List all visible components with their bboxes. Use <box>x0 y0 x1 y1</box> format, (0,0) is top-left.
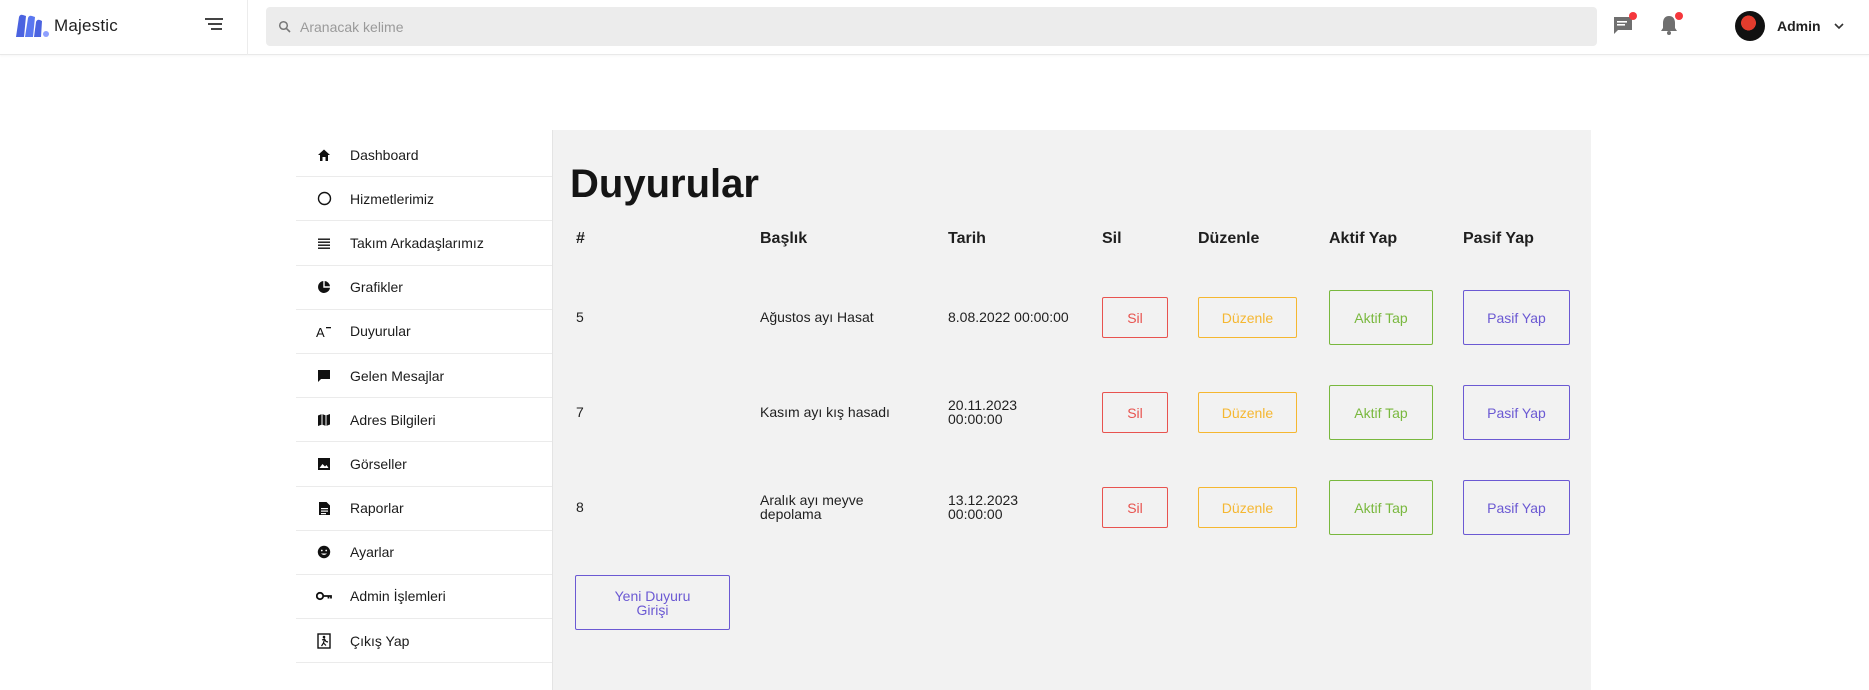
sidebar-item-ayarlar[interactable]: Ayarlar <box>296 531 552 575</box>
svg-text:A: A <box>316 325 325 338</box>
activate-button[interactable]: Aktif Tap <box>1329 385 1433 440</box>
sidebar-item-cikis-yap[interactable]: Çıkış Yap <box>296 619 552 664</box>
row-date: 20.11.2023 00:00:00 <box>948 397 1018 427</box>
brand-name: Majestic <box>54 16 118 35</box>
page-title: Duyurular <box>570 162 759 206</box>
column-header-date: Tarih <box>948 230 986 247</box>
exit-icon <box>316 632 332 649</box>
sidebar-item-label: Ayarlar <box>350 544 395 561</box>
column-header-delete: Sil <box>1102 230 1122 247</box>
edit-button-label: Düzenle <box>1221 309 1274 326</box>
sidebar-item-label: Görseller <box>350 455 407 472</box>
edit-button[interactable]: Düzenle <box>1198 487 1297 528</box>
deactivate-button[interactable]: Pasif Yap <box>1463 290 1570 345</box>
notifications-badge <box>1675 12 1683 20</box>
deactivate-button-label: Pasif Yap <box>1487 404 1546 421</box>
deactivate-button[interactable]: Pasif Yap <box>1463 385 1570 440</box>
brand[interactable]: Majestic <box>14 11 118 41</box>
notifications-button[interactable] <box>1657 12 1683 37</box>
search-icon <box>278 20 291 33</box>
sidebar-item-gorseller[interactable]: Görseller <box>296 442 552 487</box>
main-panel: Duyurular # Başlık Tarih Sil Düzenle Akt… <box>552 130 1591 690</box>
activate-button-label: Aktif Tap <box>1354 404 1408 421</box>
row-date: 13.12.2023 00:00:00 <box>948 492 1019 522</box>
search-input[interactable] <box>300 18 1560 35</box>
messages-button[interactable] <box>1611 12 1637 37</box>
edit-button[interactable]: Düzenle <box>1198 392 1297 433</box>
sidebar-item-raporlar[interactable]: Raporlar <box>296 487 552 531</box>
row-id: 5 <box>576 309 584 325</box>
delete-button[interactable]: Sil <box>1102 392 1168 433</box>
sidebar-item-duyurular[interactable]: A Duyurular <box>296 310 552 354</box>
delete-button-label: Sil <box>1127 404 1143 421</box>
row-title: Ağustos ayı Hasat <box>760 309 874 325</box>
deactivate-button-label: Pasif Yap <box>1487 309 1546 326</box>
column-header-id: # <box>576 230 585 247</box>
sidebar: Dashboard Hizmetlerimiz Takım Arkadaşlar… <box>296 133 552 664</box>
edit-button-label: Düzenle <box>1221 404 1274 421</box>
sidebar-item-label: Takım Arkadaşlarımız <box>350 234 484 251</box>
search-bar[interactable] <box>266 7 1597 46</box>
column-header-title: Başlık <box>760 230 808 247</box>
message-icon <box>316 368 332 384</box>
sidebar-item-grafikler[interactable]: Grafikler <box>296 266 552 310</box>
sidebar-item-admin-islemleri[interactable]: Admin İşlemleri <box>296 575 552 620</box>
menu-toggle-icon[interactable] <box>203 14 225 34</box>
smiley-icon <box>316 544 332 560</box>
activate-button[interactable]: Aktif Tap <box>1329 480 1433 535</box>
row-title: Kasım ayı kış hasadı <box>760 404 890 420</box>
top-navbar: Majestic Admin <box>0 0 1869 55</box>
document-icon <box>316 500 332 516</box>
row-date: 8.08.2022 00:00:00 <box>948 309 1069 325</box>
activate-button[interactable]: Aktif Tap <box>1329 290 1433 345</box>
new-announcement-button-label: Yeni Duyuru Girişi <box>614 587 691 618</box>
text-format-icon: A <box>316 323 332 339</box>
home-icon <box>316 147 332 163</box>
sidebar-item-label: Raporlar <box>350 500 404 517</box>
sidebar-item-takim-arkadaslarimiz[interactable]: Takım Arkadaşlarımız <box>296 221 552 266</box>
delete-button-label: Sil <box>1127 309 1143 326</box>
deactivate-button-label: Pasif Yap <box>1487 499 1546 516</box>
sidebar-item-gelen-mesajlar[interactable]: Gelen Mesajlar <box>296 354 552 399</box>
new-announcement-button[interactable]: Yeni Duyuru Girişi <box>575 575 730 630</box>
sidebar-item-dashboard[interactable]: Dashboard <box>296 133 552 178</box>
chevron-down-icon <box>1833 23 1844 30</box>
sidebar-item-hizmetlerimiz[interactable]: Hizmetlerimiz <box>296 177 552 222</box>
pie-chart-icon <box>316 279 332 295</box>
delete-button-label: Sil <box>1127 499 1143 516</box>
row-id: 7 <box>576 404 584 420</box>
column-header-activate: Aktif Yap <box>1329 230 1398 247</box>
avatar <box>1735 11 1765 41</box>
deactivate-button[interactable]: Pasif Yap <box>1463 480 1570 535</box>
delete-button[interactable]: Sil <box>1102 297 1168 338</box>
sidebar-item-label: Grafikler <box>350 279 403 296</box>
navbar-divider <box>247 0 248 55</box>
sidebar-item-label: Dashboard <box>350 146 419 163</box>
sidebar-item-adres-bilgileri[interactable]: Adres Bilgileri <box>296 398 552 443</box>
sidebar-item-label: Çıkış Yap <box>350 632 410 649</box>
image-icon <box>316 456 332 472</box>
sidebar-item-label: Hizmetlerimiz <box>350 190 434 207</box>
row-title: Aralık ayı meyve depolama <box>760 492 864 522</box>
column-header-deactivate: Pasif Yap <box>1463 230 1534 247</box>
edit-button-label: Düzenle <box>1221 499 1274 516</box>
column-header-edit: Düzenle <box>1198 230 1260 247</box>
sidebar-item-label: Adres Bilgileri <box>350 411 436 428</box>
sidebar-item-label: Admin İşlemleri <box>350 588 446 605</box>
activate-button-label: Aktif Tap <box>1354 499 1408 516</box>
brand-logo-icon <box>16 14 49 37</box>
profile-name: Admin <box>1777 18 1821 34</box>
messages-badge <box>1629 12 1637 20</box>
sidebar-item-label: Duyurular <box>350 323 411 340</box>
list-icon <box>316 235 332 251</box>
map-icon <box>316 412 332 428</box>
row-id: 8 <box>576 499 584 515</box>
edit-button[interactable]: Düzenle <box>1198 297 1297 338</box>
key-icon <box>316 588 332 604</box>
sidebar-item-label: Gelen Mesajlar <box>350 367 445 384</box>
activate-button-label: Aktif Tap <box>1354 309 1408 326</box>
profile-menu[interactable]: Admin <box>1735 10 1845 42</box>
delete-button[interactable]: Sil <box>1102 487 1168 528</box>
circle-icon <box>316 191 332 207</box>
